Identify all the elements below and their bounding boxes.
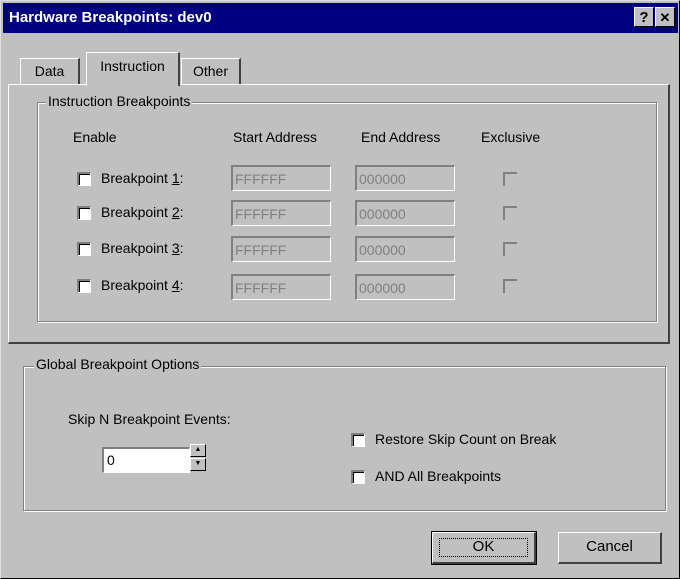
instruction-group-title: Instruction Breakpoints <box>46 93 193 109</box>
breakpoint-2-label-key: 2 <box>171 204 180 220</box>
breakpoint-1-end-address-field[interactable]: 000000 <box>355 165 455 191</box>
breakpoint-2-label: Breakpoint 2: <box>101 204 184 220</box>
global-group-title: Global Breakpoint Options <box>34 356 202 372</box>
and-all-breakpoints-label: AND All Breakpoints <box>375 468 502 484</box>
breakpoint-1-exclusive-checkbox[interactable] <box>503 172 517 186</box>
breakpoint-3-label-key: 3 <box>171 240 180 256</box>
cancel-button[interactable]: Cancel <box>558 532 662 564</box>
close-button[interactable]: ✕ <box>655 7 675 27</box>
spin-down-icon: ▼ <box>194 460 202 467</box>
tab-instruction-label: Instruction <box>100 58 165 74</box>
restore-skip-count-checkbox[interactable] <box>351 433 365 447</box>
breakpoint-2-label-text: Breakpoint <box>101 204 172 220</box>
focus-rectangle <box>439 538 528 557</box>
breakpoint-2-end-address-field[interactable]: 000000 <box>355 200 455 226</box>
breakpoint-4-start-address-field[interactable]: FFFFFF <box>231 274 331 300</box>
skip-events-label: Skip N Breakpoint Events: <box>68 411 231 427</box>
breakpoint-2-exclusive-checkbox[interactable] <box>503 206 517 220</box>
breakpoint-4-label: Breakpoint 4: <box>101 277 184 293</box>
global-options-group <box>23 366 666 511</box>
breakpoint-1-label-suffix: : <box>179 170 184 186</box>
breakpoint-3-label: Breakpoint 3: <box>101 240 184 256</box>
breakpoint-2-enable-checkbox[interactable] <box>77 206 91 220</box>
title-bar[interactable]: Hardware Breakpoints: dev0 ? ✕ <box>3 3 678 33</box>
and-all-breakpoints-checkbox[interactable] <box>351 470 365 484</box>
breakpoint-3-end-address-field[interactable]: 000000 <box>355 236 455 262</box>
breakpoint-4-exclusive-checkbox[interactable] <box>503 279 517 293</box>
breakpoint-3-enable-checkbox[interactable] <box>77 242 91 256</box>
breakpoint-3-label-text: Breakpoint <box>101 240 172 256</box>
breakpoint-4-label-text: Breakpoint <box>101 277 172 293</box>
breakpoint-1-label-key: 1 <box>171 170 180 186</box>
breakpoint-4-label-key: 4 <box>171 277 180 293</box>
breakpoint-2-start-address-field[interactable]: FFFFFF <box>231 200 331 226</box>
tab-other-label: Other <box>192 63 228 79</box>
tab-panel: Instruction Breakpoints Enable Start Add… <box>8 84 670 344</box>
breakpoint-4-enable-checkbox[interactable] <box>77 279 91 293</box>
tab-instruction[interactable]: Instruction <box>86 52 180 86</box>
spin-up-icon: ▲ <box>194 446 202 453</box>
breakpoint-1-label-text: Breakpoint <box>101 170 172 186</box>
window-title: Hardware Breakpoints: dev0 <box>9 9 212 26</box>
spin-down-button[interactable]: ▼ <box>190 458 206 471</box>
dialog-window: Hardware Breakpoints: dev0 ? ✕ Data Inst… <box>0 0 680 579</box>
breakpoint-3-label-suffix: : <box>179 240 184 256</box>
breakpoint-1-enable-checkbox[interactable] <box>77 172 91 186</box>
header-start-address: Start Address <box>233 129 318 145</box>
help-button[interactable]: ? <box>634 7 654 27</box>
header-exclusive: Exclusive <box>481 129 541 145</box>
ok-button[interactable]: OK <box>431 531 537 565</box>
breakpoint-1-start-address-field[interactable]: FFFFFF <box>231 165 331 191</box>
tab-data[interactable]: Data <box>20 58 80 84</box>
restore-skip-count-label: Restore Skip Count on Break <box>375 431 557 447</box>
header-end-address: End Address <box>361 129 441 145</box>
breakpoint-1-label: Breakpoint 1: <box>101 170 184 186</box>
cancel-button-label: Cancel <box>586 538 633 555</box>
breakpoint-2-label-suffix: : <box>179 204 184 220</box>
breakpoint-3-start-address-field[interactable]: FFFFFF <box>231 236 331 262</box>
breakpoint-4-label-suffix: : <box>179 277 184 293</box>
breakpoint-3-exclusive-checkbox[interactable] <box>503 242 517 256</box>
header-enable: Enable <box>73 129 117 145</box>
skip-count-input[interactable]: 0 <box>102 447 190 473</box>
tab-other[interactable]: Other <box>181 58 241 84</box>
tab-data-label: Data <box>34 63 65 79</box>
spin-up-button[interactable]: ▲ <box>190 444 206 457</box>
breakpoint-4-end-address-field[interactable]: 000000 <box>355 274 455 300</box>
